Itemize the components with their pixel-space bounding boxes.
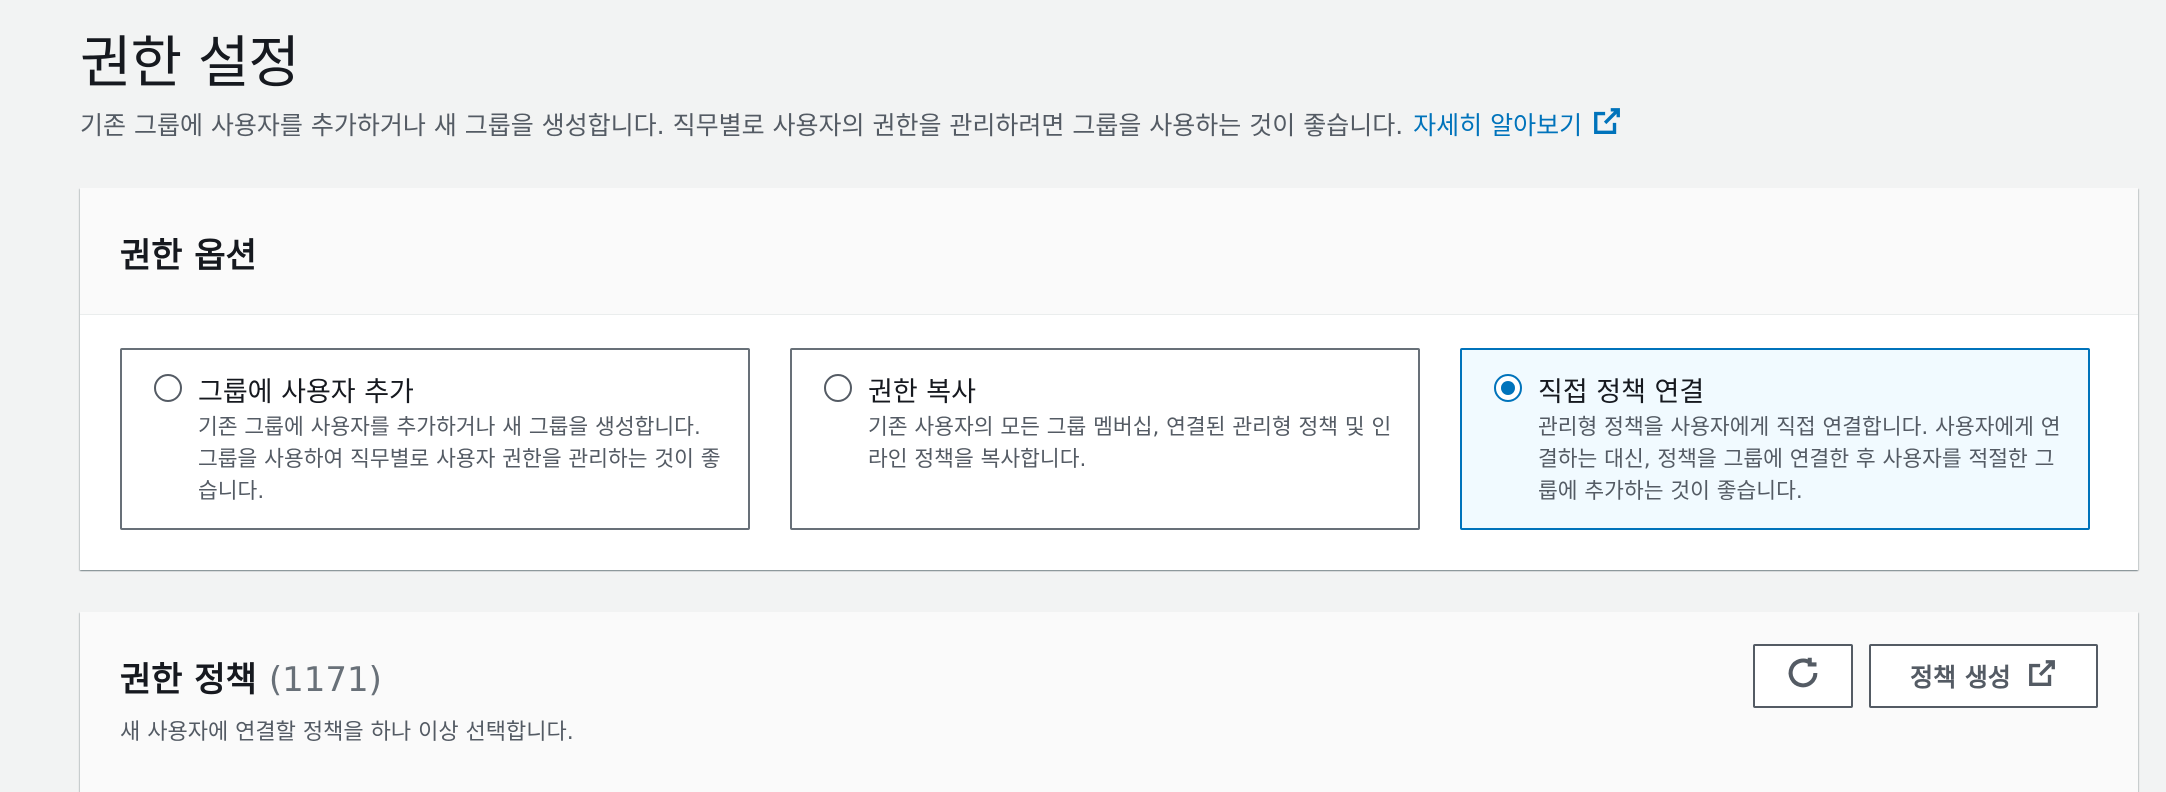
option-description: 기존 그룹에 사용자를 추가하거나 새 그룹을 생성합니다. 그룹을 사용하여 … [198,415,721,504]
refresh-icon [1785,655,1821,697]
permission-option-tiles: 그룹에 사용자 추가 기존 그룹에 사용자를 추가하거나 새 그룹을 생성합니다… [120,348,2098,530]
create-policy-label: 정책 생성 [1910,663,2011,692]
permission-options-panel: 권한 옵션 그룹에 사용자 추가 기존 그룹에 사용자를 추가하거나 새 그룹을… [80,188,2138,570]
option-label: 직접 정책 연결 [1538,377,1705,408]
policies-description: 새 사용자에 연결할 정책을 하나 이상 선택합니다. [120,720,574,745]
policies-count: (1171) [268,660,382,700]
permission-policies-header: 권한 정책 (1171) 새 사용자에 연결할 정책을 하나 이상 선택합니다.… [80,612,2138,792]
radio-add-user-to-group[interactable] [154,374,182,402]
option-label: 권한 복사 [868,377,976,408]
policies-title-text: 권한 정책 [120,660,257,700]
page-description-text: 기존 그룹에 사용자를 추가하거나 새 그룹을 생성합니다. 직무별로 사용자의… [80,111,1404,140]
create-policy-button[interactable]: 정책 생성 [1869,644,2098,708]
option-description: 관리형 정책을 사용자에게 직접 연결합니다. 사용자에게 연결하는 대신, 정… [1538,415,2061,504]
page-title: 권한 설정 [80,31,300,96]
option-add-user-to-group[interactable]: 그룹에 사용자 추가 기존 그룹에 사용자를 추가하거나 새 그룹을 생성합니다… [120,348,750,530]
permission-options-header: 권한 옵션 [80,188,2138,315]
external-link-icon [2027,658,2057,694]
radio-attach-policies-directly[interactable] [1494,374,1522,402]
option-copy-permissions[interactable]: 권한 복사 기존 사용자의 모든 그룹 멤버십, 연결된 관리형 정책 및 인라… [790,348,1420,530]
learn-more-label: 자세히 알아보기 [1413,111,1583,140]
permission-policies-panel: 권한 정책 (1171) 새 사용자에 연결할 정책을 하나 이상 선택합니다.… [80,612,2138,792]
option-label: 그룹에 사용자 추가 [198,377,414,408]
permission-policies-title: 권한 정책 (1171) [120,652,382,701]
option-attach-policies-directly[interactable]: 직접 정책 연결 관리형 정책을 사용자에게 직접 연결합니다. 사용자에게 연… [1460,348,2090,530]
external-link-icon [1592,106,1622,142]
option-description: 기존 사용자의 모든 그룹 멤버십, 연결된 관리형 정책 및 인라인 정책을 … [868,415,1392,472]
refresh-button[interactable] [1753,644,1853,708]
learn-more-link[interactable]: 자세히 알아보기 [1413,106,1622,142]
radio-copy-permissions[interactable] [824,374,852,402]
permission-options-title: 권한 옵션 [120,236,257,276]
page-description: 기존 그룹에 사용자를 추가하거나 새 그룹을 생성합니다. 직무별로 사용자의… [80,106,1622,142]
